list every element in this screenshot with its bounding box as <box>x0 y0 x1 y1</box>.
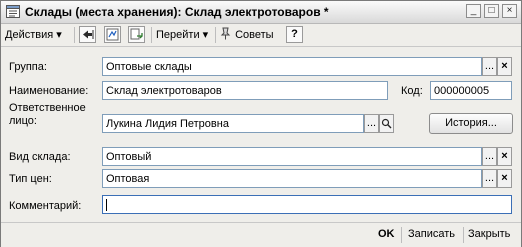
group-field[interactable]: Оптовые склады <box>102 57 482 76</box>
code-field[interactable]: 000000005 <box>430 81 512 100</box>
maximize-button[interactable]: □ <box>484 4 499 18</box>
document-window: Склады (места хранения): Склад электрото… <box>0 0 522 247</box>
price-type-label: Тип цен: <box>9 173 52 185</box>
toolbar: Действия ▾ Перейти ▾ Советы ? <box>1 24 521 47</box>
warehouse-type-field[interactable]: Оптовый <box>102 147 482 166</box>
close-button[interactable]: Закрыть <box>468 228 510 240</box>
edit-code-button[interactable] <box>104 26 121 43</box>
history-button[interactable]: История... <box>429 113 513 134</box>
catalog-icon <box>6 5 20 18</box>
group-label: Группа: <box>9 61 47 73</box>
close-window-button[interactable]: × <box>502 4 517 18</box>
dialog-footer: OK Записать Закрыть <box>1 222 521 247</box>
chevron-down-icon: ▾ <box>56 29 62 41</box>
text-cursor <box>106 199 107 211</box>
title-bar: Склады (места хранения): Склад электрото… <box>1 1 521 24</box>
tips-button[interactable]: Советы <box>219 27 274 43</box>
responsible-label-line1: Ответственное <box>9 102 86 114</box>
comment-label: Комментарий: <box>9 200 82 212</box>
toolbar-separator <box>151 27 152 43</box>
actions-menu[interactable]: Действия ▾ <box>5 27 62 43</box>
pin-icon <box>220 27 231 40</box>
responsible-field[interactable]: Лукина Лидия Петровна <box>102 114 364 133</box>
footer-separator <box>401 227 402 243</box>
move-to-group-button[interactable] <box>79 26 96 43</box>
responsible-open-button[interactable] <box>379 114 394 133</box>
help-button[interactable]: ? <box>286 26 303 43</box>
warehouse-type-clear-button[interactable]: × <box>497 147 512 166</box>
chevron-down-icon: ▾ <box>202 29 209 41</box>
edit-code-icon <box>106 28 119 41</box>
name-field[interactable]: Склад электротоваров <box>102 81 388 100</box>
toolbar-separator <box>215 27 216 43</box>
refresh-icon <box>130 28 143 40</box>
actions-label: Действия <box>5 29 54 41</box>
warehouse-type-label: Вид склада: <box>9 151 71 163</box>
goto-label: Перейти <box>156 29 200 41</box>
responsible-label-line2: лицо: <box>9 115 37 127</box>
goto-menu[interactable]: Перейти ▾ <box>156 27 208 43</box>
ok-button[interactable]: OK <box>378 228 395 240</box>
price-type-clear-button[interactable]: × <box>497 169 512 188</box>
magnifier-icon <box>381 118 392 129</box>
name-label: Наименование: <box>9 85 89 97</box>
tips-label: Советы <box>235 29 274 41</box>
code-label: Код: <box>401 85 423 97</box>
warehouse-type-select-button[interactable]: ... <box>482 147 497 166</box>
save-button[interactable]: Записать <box>408 228 455 240</box>
price-type-select-button[interactable]: ... <box>482 169 497 188</box>
group-clear-button[interactable]: × <box>497 57 512 76</box>
footer-separator <box>463 227 464 243</box>
toolbar-separator <box>74 27 75 43</box>
group-select-button[interactable]: ... <box>482 57 497 76</box>
comment-field[interactable] <box>102 195 512 214</box>
arrow-left-icon <box>83 30 94 39</box>
price-type-field[interactable]: Оптовая <box>102 169 482 188</box>
minimize-button[interactable]: _ <box>466 4 481 18</box>
refresh-button[interactable] <box>128 26 145 43</box>
window-title: Склады (места хранения): Склад электрото… <box>25 5 329 19</box>
responsible-select-button[interactable]: ... <box>364 114 379 133</box>
